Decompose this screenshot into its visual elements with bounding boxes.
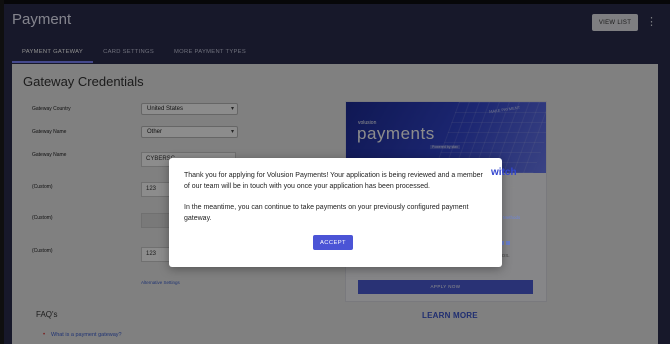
accept-button[interactable]: ACCEPT <box>313 235 353 250</box>
promo-headline-partial: witch <box>491 167 517 178</box>
promo-ds-partial: DS. <box>502 253 510 258</box>
promo-subtext-partial: eebody <box>503 184 518 189</box>
promo-methods-partial: Methods <box>503 215 521 220</box>
application-submitted-dialog: Thank you for applying for Volusion Paym… <box>169 158 502 267</box>
dialog-message-2: In the meantime, you can continue to tak… <box>184 204 469 222</box>
card-brand-icon <box>506 241 510 245</box>
dialog-message-1: Thank you for applying for Volusion Paym… <box>184 172 483 190</box>
